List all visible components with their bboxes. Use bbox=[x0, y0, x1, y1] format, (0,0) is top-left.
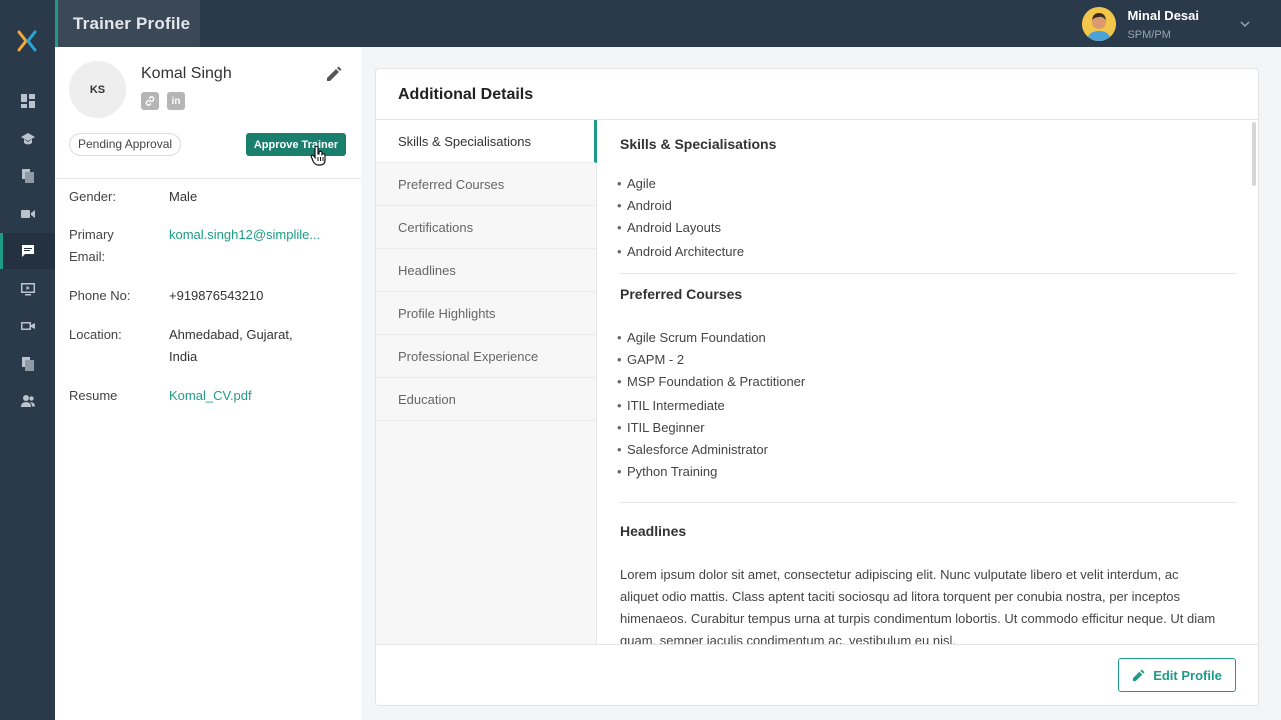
nav-video[interactable] bbox=[0, 196, 55, 232]
user-avatar bbox=[1082, 7, 1117, 41]
dashboard-icon bbox=[20, 94, 35, 108]
gender-value: Male bbox=[169, 189, 198, 204]
pencil-icon[interactable] bbox=[324, 64, 344, 84]
tab-skills[interactable]: Skills & Specialisations bbox=[376, 120, 597, 163]
details-tabs: Skills & Specialisations Preferred Cours… bbox=[376, 120, 597, 644]
nav-dashboard[interactable] bbox=[0, 83, 55, 119]
nav-recording[interactable] bbox=[0, 308, 55, 344]
skills-heading: Skills & Specialisations bbox=[620, 136, 777, 152]
status-badge: Pending Approval bbox=[69, 133, 182, 156]
email-label: Primary Email: bbox=[69, 227, 114, 264]
messages-icon bbox=[21, 245, 34, 257]
edit-profile-button[interactable]: Edit Profile bbox=[1118, 658, 1236, 692]
section-divider bbox=[620, 502, 1236, 503]
additional-details-card: Additional Details Skills & Specialisati… bbox=[375, 68, 1259, 706]
resume-label: Resume bbox=[69, 388, 118, 403]
user-role: SPM/PM bbox=[1127, 28, 1171, 41]
list-item: Agile bbox=[617, 176, 656, 191]
list-item: Salesforce Administrator bbox=[617, 442, 768, 457]
scrollbar-thumb[interactable] bbox=[1252, 122, 1256, 186]
approve-trainer-button[interactable]: Approve Trainer bbox=[246, 133, 346, 156]
nav-presentation[interactable] bbox=[0, 271, 55, 307]
presentation-icon bbox=[20, 283, 35, 296]
linkedin-icon[interactable]: in bbox=[167, 92, 185, 110]
headlines-heading: Headlines bbox=[620, 523, 687, 539]
tab-education[interactable]: Education bbox=[376, 378, 596, 421]
users-icon bbox=[20, 395, 35, 407]
resume-link[interactable]: Komal_CV.pdf bbox=[169, 385, 252, 407]
page-title-tab: Trainer Profile bbox=[55, 0, 200, 47]
page-title: Trainer Profile bbox=[73, 13, 191, 33]
courses-heading: Preferred Courses bbox=[620, 286, 743, 302]
courses-icon bbox=[20, 133, 35, 145]
gender-label: Gender: bbox=[69, 189, 116, 204]
tab-certifications[interactable]: Certifications bbox=[376, 206, 596, 249]
nav-documents[interactable] bbox=[0, 158, 55, 194]
profile-avatar: KS bbox=[69, 61, 126, 118]
list-item: ITIL Intermediate bbox=[617, 398, 725, 413]
phone-value: +919876543210 bbox=[169, 288, 264, 303]
list-item: Python Training bbox=[617, 464, 717, 479]
user-menu[interactable]: Minal Desai SPM/PM bbox=[1082, 6, 1251, 42]
list-item: Android bbox=[617, 198, 672, 213]
nav-users[interactable] bbox=[0, 383, 55, 419]
pencil-icon bbox=[1133, 668, 1145, 681]
list-item: MSP Foundation & Practitioner bbox=[617, 374, 805, 389]
files-icon bbox=[21, 357, 34, 371]
phone-label: Phone No: bbox=[69, 288, 131, 303]
section-divider bbox=[620, 273, 1236, 274]
tab-professional-experience[interactable]: Professional Experience bbox=[376, 335, 596, 378]
tab-headlines[interactable]: Headlines bbox=[376, 249, 596, 292]
app-logo-icon[interactable] bbox=[17, 30, 37, 52]
nav-files[interactable] bbox=[0, 346, 55, 382]
location-value: Ahmedabad, Gujarat, India bbox=[169, 327, 293, 364]
list-item: Agile Scrum Foundation bbox=[617, 330, 766, 345]
card-footer: Edit Profile bbox=[376, 644, 1258, 705]
video-icon bbox=[20, 210, 35, 218]
user-avatar-icon bbox=[1082, 7, 1117, 41]
tab-preferred-courses[interactable]: Preferred Courses bbox=[376, 163, 596, 206]
location-label: Location: bbox=[69, 327, 122, 342]
headlines-text: Lorem ipsum dolor sit amet, consectetur … bbox=[620, 567, 1216, 644]
top-bar: Trainer Profile Minal Desai SPM/PM bbox=[55, 0, 1281, 47]
tab-profile-highlights[interactable]: Profile Highlights bbox=[376, 292, 596, 335]
edit-profile-label: Edit Profile bbox=[1153, 667, 1222, 683]
recording-icon bbox=[20, 322, 35, 330]
nav-messages[interactable] bbox=[0, 233, 55, 269]
left-nav-rail bbox=[0, 0, 55, 720]
list-item: Android Architecture bbox=[617, 244, 744, 259]
list-item: Android Layouts bbox=[617, 220, 721, 235]
nav-courses[interactable] bbox=[0, 121, 55, 157]
trainer-name: Komal Singh bbox=[141, 65, 232, 82]
card-title: Additional Details bbox=[398, 86, 534, 103]
list-item: ITIL Beginner bbox=[617, 420, 705, 435]
email-link[interactable]: komal.singh12@simplile... bbox=[169, 224, 320, 246]
list-item: GAPM - 2 bbox=[617, 352, 684, 367]
chevron-down-icon[interactable] bbox=[1239, 18, 1251, 30]
content-scrollbar[interactable] bbox=[1251, 120, 1258, 644]
profile-divider bbox=[55, 178, 361, 179]
user-name: Minal Desai bbox=[1127, 7, 1199, 23]
profile-panel: KS Komal Singh in Pending Approval Appro… bbox=[55, 47, 361, 720]
details-content[interactable]: Skills & Specialisations Agile Android A… bbox=[597, 120, 1258, 644]
documents-icon bbox=[21, 169, 34, 183]
link-icon[interactable] bbox=[141, 92, 159, 110]
